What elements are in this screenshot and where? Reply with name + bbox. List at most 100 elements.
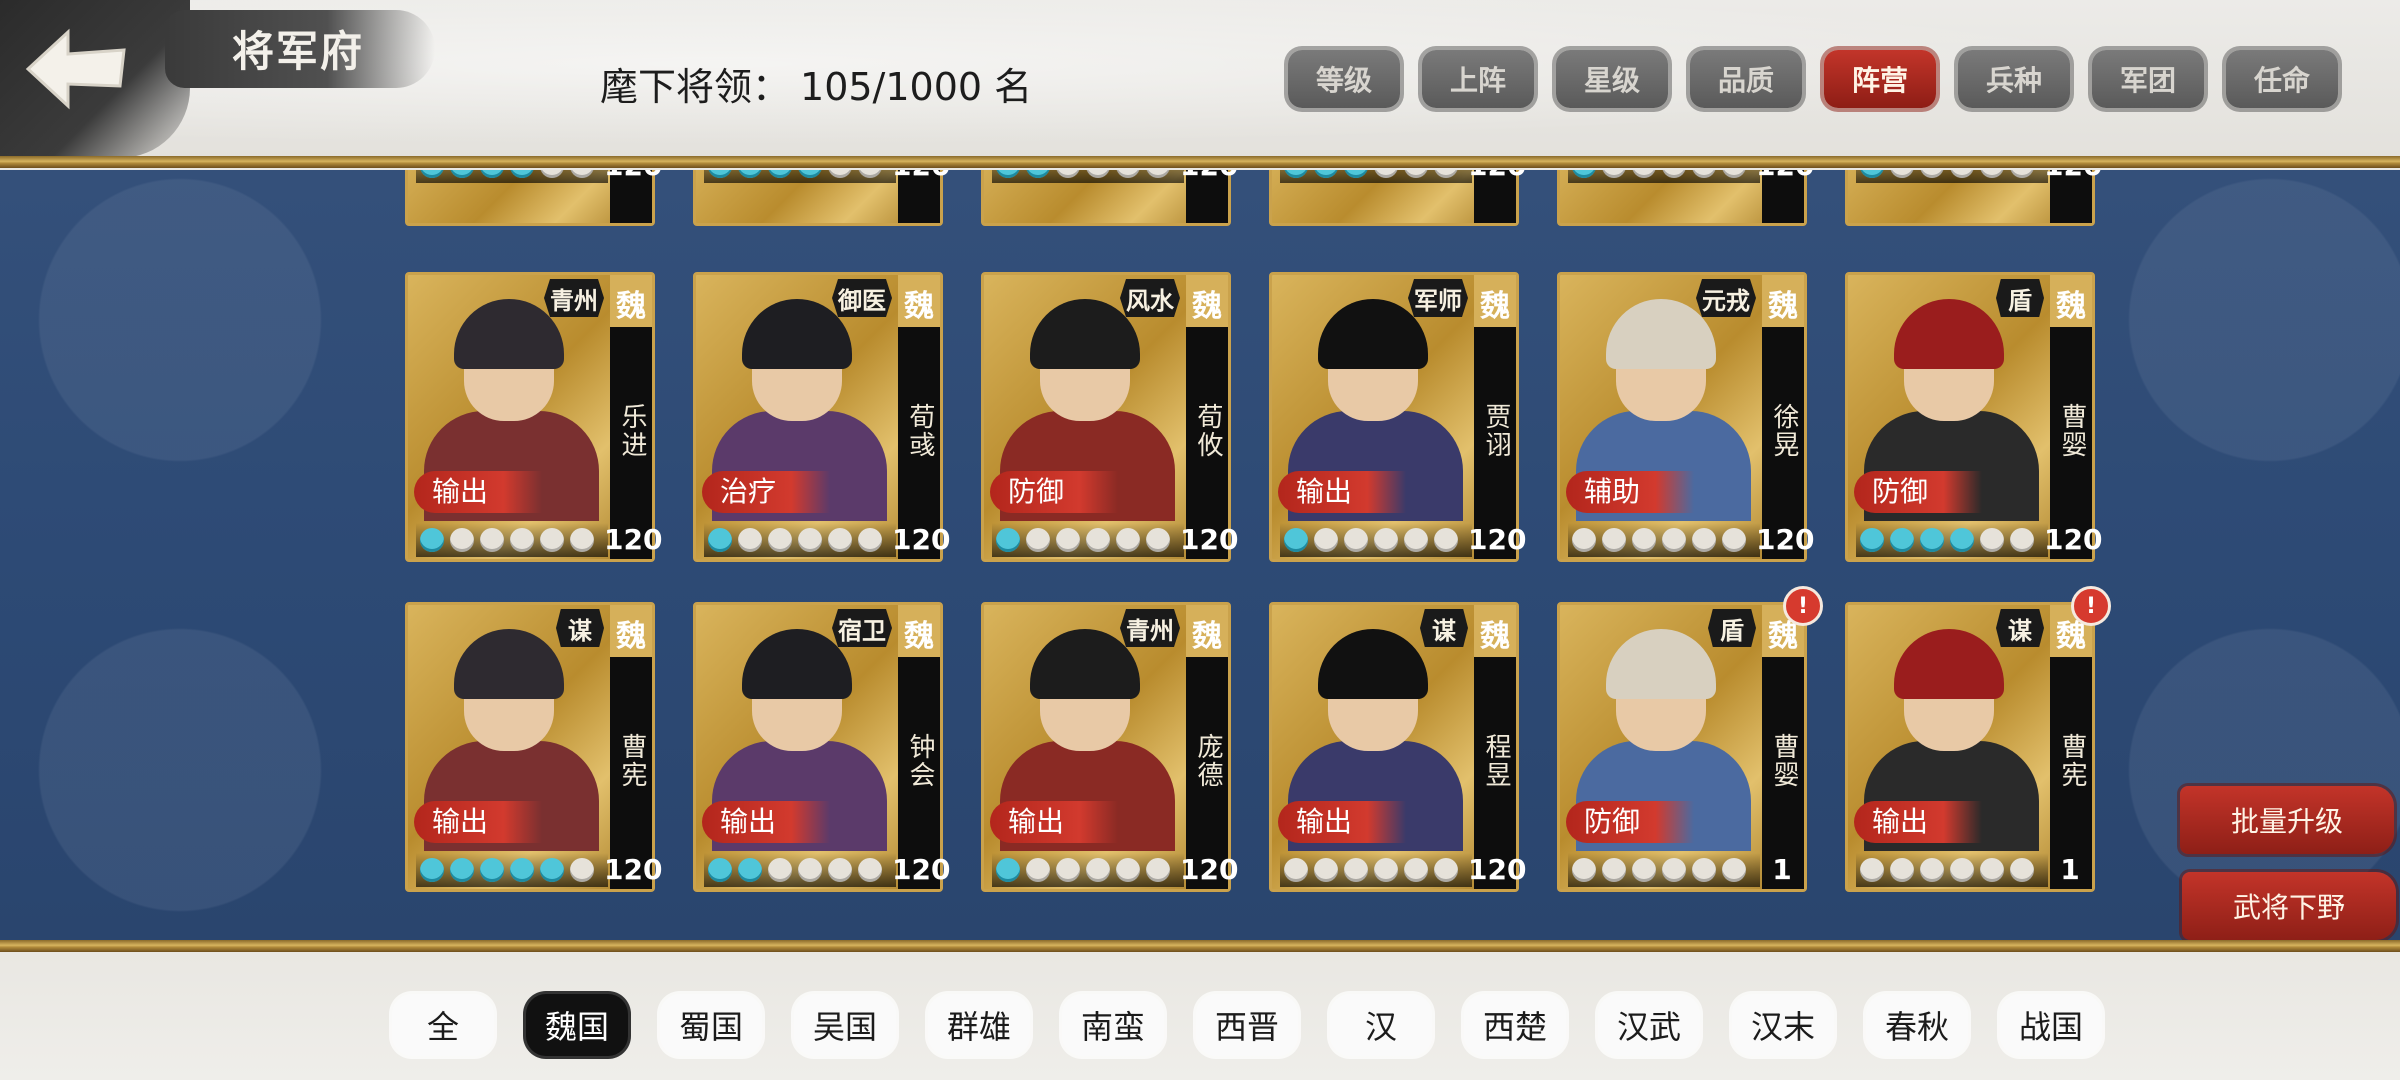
sort-tab[interactable]: 等级: [1288, 50, 1400, 108]
star-icon: [450, 528, 474, 552]
star-icon: [510, 528, 534, 552]
general-card-partial[interactable]: 120: [1557, 170, 1814, 226]
star-icon: [768, 858, 792, 882]
star-icon: [1116, 858, 1140, 882]
faction-tab[interactable]: 汉末: [1732, 994, 1834, 1056]
star-icon: [510, 170, 534, 178]
faction-tab[interactable]: 战国: [2000, 994, 2102, 1056]
faction-tab[interactable]: 群雄: [928, 994, 1030, 1056]
general-card[interactable]: 魏 风水 荀攸 防御 120: [981, 272, 1238, 562]
general-card-partial[interactable]: 120: [981, 170, 1238, 226]
star-icon: [1602, 170, 1626, 178]
general-level: 120: [1756, 523, 1815, 556]
star-icon: [1146, 170, 1170, 178]
star-icon: [1434, 170, 1458, 178]
sort-tab[interactable]: 兵种: [1958, 50, 2070, 108]
sort-tab[interactable]: 军团: [2092, 50, 2204, 108]
general-card-partial[interactable]: 120: [1845, 170, 2102, 226]
star-icon: [1314, 528, 1338, 552]
star-icon: [1890, 858, 1914, 882]
faction-tabs: 全魏国 蜀国 吴国 群雄 南蛮 西晋汉西楚 汉武 汉末 春秋 战国: [392, 994, 2102, 1056]
star-icon: [1404, 528, 1428, 552]
faction-tab[interactable]: 南蛮: [1062, 994, 1164, 1056]
general-level: 120: [1468, 170, 1526, 182]
star-icon: [1434, 858, 1458, 882]
portrait-hair: [454, 299, 564, 369]
star-icon: [1860, 528, 1884, 552]
star-icon: [1404, 170, 1428, 178]
faction-tab[interactable]: 魏国: [526, 994, 628, 1056]
general-card-partial[interactable]: 120: [405, 170, 662, 226]
general-card[interactable]: 魏 谋 曹宪 输出 120: [405, 602, 662, 892]
general-name: 徐晃: [1769, 403, 1799, 459]
sort-tab[interactable]: 阵营: [1824, 50, 1936, 108]
bottom-gold-border: [0, 940, 2400, 952]
general-card[interactable]: 魏 军师 贾诩 输出 120: [1269, 272, 1526, 562]
star-icon: [1056, 528, 1080, 552]
general-level: 120: [2044, 523, 2103, 556]
role-label: 输出: [1854, 801, 1982, 843]
sort-tab[interactable]: 品质: [1690, 50, 1802, 108]
back-button[interactable]: [0, 0, 190, 158]
star-icon: [1116, 170, 1140, 178]
star-icon: [1056, 170, 1080, 178]
faction-tab[interactable]: 全: [392, 994, 494, 1056]
role-label: 输出: [1278, 471, 1406, 513]
sort-tab[interactable]: 上阵: [1422, 50, 1534, 108]
general-name: 程昱: [1481, 733, 1511, 789]
star-icon: [1980, 170, 2004, 178]
dismiss-general-button[interactable]: 武将下野: [2182, 872, 2396, 940]
portrait-hair: [742, 629, 852, 699]
star-icon: [1404, 858, 1428, 882]
general-card[interactable]: 魏 青州 乐进 输出 120: [405, 272, 662, 562]
unit-type-tag: 谋: [1996, 609, 2044, 647]
general-card[interactable]: 魏 谋 程昱 输出 120: [1269, 602, 1526, 892]
role-label: 输出: [1278, 801, 1406, 843]
faction-tab[interactable]: 西楚: [1464, 994, 1566, 1056]
portrait-hair: [1318, 629, 1428, 699]
star-icon: [708, 170, 732, 178]
star-rating: [992, 170, 1184, 183]
general-card[interactable]: 魏 盾 曹婴 防御 120: [1845, 272, 2103, 562]
star-icon: [450, 858, 474, 882]
faction-tab[interactable]: 汉: [1330, 994, 1432, 1056]
faction-tab[interactable]: 吴国: [794, 994, 896, 1056]
role-label: 辅助: [1566, 471, 1694, 513]
general-level: 120: [2044, 170, 2102, 182]
general-name: 曹宪: [2057, 733, 2087, 789]
star-rating: [992, 523, 1184, 557]
faction-tab[interactable]: 汉武: [1598, 994, 1700, 1056]
batch-upgrade-button[interactable]: 批量升级: [2180, 786, 2394, 854]
star-icon: [996, 170, 1020, 178]
faction-tab[interactable]: 春秋: [1866, 994, 1968, 1056]
star-icon: [450, 170, 474, 178]
star-icon: [708, 528, 732, 552]
general-card-partial[interactable]: 120: [693, 170, 950, 226]
star-rating: [1280, 523, 1472, 557]
general-card[interactable]: 魏 元戎 徐晃 辅助 120: [1557, 272, 1815, 562]
star-icon: [1314, 858, 1338, 882]
general-card[interactable]: 魏 盾 曹婴 防御 1: [1557, 602, 1807, 892]
star-icon: [1314, 170, 1338, 178]
star-icon: [1026, 528, 1050, 552]
general-card[interactable]: 魏 御医 荀彧 治疗 120: [693, 272, 950, 562]
star-icon: [2010, 858, 2034, 882]
sort-tab[interactable]: 星级: [1556, 50, 1668, 108]
sort-tab[interactable]: 任命: [2226, 50, 2338, 108]
faction-tab[interactable]: 蜀国: [660, 994, 762, 1056]
star-icon: [1434, 528, 1458, 552]
star-icon: [1026, 170, 1050, 178]
star-icon: [1572, 858, 1596, 882]
star-rating: [1856, 170, 2048, 183]
star-icon: [768, 170, 792, 178]
general-card[interactable]: 魏 谋 曹宪 输出 1: [1845, 602, 2095, 892]
faction-tab[interactable]: 西晋: [1196, 994, 1298, 1056]
general-card[interactable]: 魏 宿卫 钟会 输出 120: [693, 602, 950, 892]
general-card-partial[interactable]: 120: [1269, 170, 1526, 226]
star-icon: [1890, 528, 1914, 552]
general-card[interactable]: 魏 青州 庞德 输出 120: [981, 602, 1238, 892]
general-name: 荀攸: [1193, 403, 1223, 459]
general-grid-panel[interactable]: 批量升级 武将下野 120 120 120 120 120 120 魏 青州 乐…: [0, 170, 2400, 940]
star-icon: [1860, 170, 1884, 178]
star-rating: [1568, 523, 1760, 557]
